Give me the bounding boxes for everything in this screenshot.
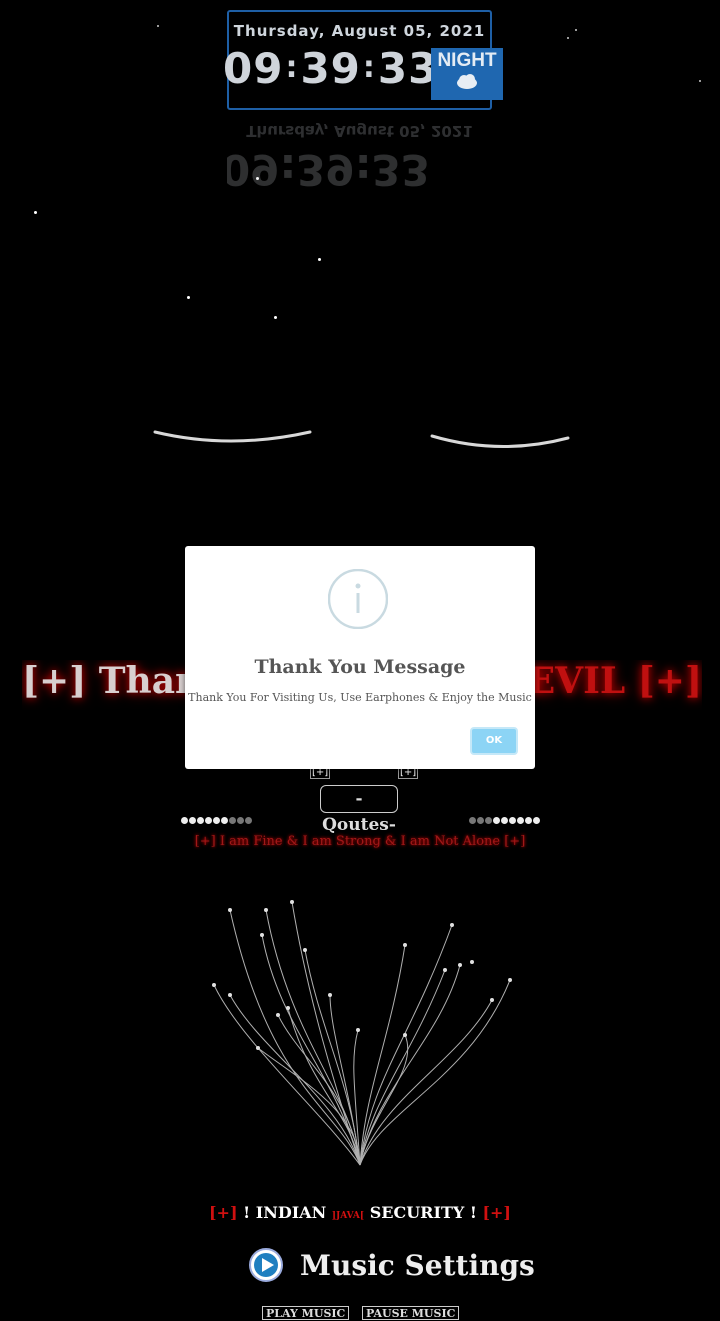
title-part2: SECURITY ! <box>364 1203 477 1222</box>
line-art-flower <box>212 900 512 1166</box>
reflection-seconds: 33 <box>371 145 430 194</box>
dialog-title: Thank You Message <box>254 656 466 678</box>
star <box>274 316 277 319</box>
clock-reflection: 09:39:33 Thursday, August 05, 2021 <box>227 112 492 202</box>
quote-text: [+] I am Fine & I am Strong & I am Not A… <box>194 834 526 849</box>
dots-left <box>181 817 252 827</box>
info-icon <box>328 569 388 629</box>
clock-seconds: 33 <box>377 44 439 93</box>
star <box>34 211 37 214</box>
play-icon[interactable] <box>248 1247 284 1283</box>
clock-hours: 09 <box>223 44 284 93</box>
play-music-button[interactable]: PLAY MUSIC <box>262 1306 350 1320</box>
eyes-artwork <box>153 430 570 448</box>
cloud-icon <box>457 74 477 89</box>
quotes-tag: -Qoutes- <box>320 785 398 835</box>
reflection-date: Thursday, August 05, 2021 <box>246 122 473 140</box>
star <box>318 258 321 261</box>
day-night-badge: NIGHT <box>431 48 503 100</box>
reflection-hours: 09 <box>227 145 280 194</box>
bracket-left: [+] <box>208 1203 238 1222</box>
clock-date: Thursday, August 05, 2021 <box>233 22 486 40</box>
star <box>575 29 577 31</box>
reflection-time: 09:39:33 <box>227 145 430 194</box>
mode-label: NIGHT <box>437 50 497 71</box>
star <box>187 296 190 299</box>
clock-minutes: 39 <box>300 44 361 93</box>
star <box>157 25 159 27</box>
reflection-minutes: 39 <box>296 145 355 194</box>
clock-separator: : <box>285 50 299 85</box>
bracket-right: [+] <box>482 1203 511 1222</box>
music-settings[interactable]: Music Settings <box>248 1245 535 1285</box>
clock-separator: : <box>362 50 376 85</box>
ok-button[interactable]: OK <box>470 727 518 755</box>
pause-music-button[interactable]: PAUSE MUSIC <box>362 1306 460 1320</box>
reflection-separator: : <box>279 145 297 194</box>
clock-widget: Thursday, August 05, 2021 09:39:33 NIGHT <box>223 10 503 110</box>
music-settings-label: Music Settings <box>300 1248 535 1282</box>
title-part1: ! INDIAN <box>243 1203 332 1222</box>
dialog-message: Thank You For Visiting Us, Use Earphones… <box>188 691 532 704</box>
dots-right <box>469 817 540 827</box>
star <box>699 80 701 82</box>
title-java: ]JAVA[ <box>331 1211 365 1221</box>
security-title: [+] ! INDIAN ]JAVA[ SECURITY ! [+] <box>0 1203 720 1222</box>
star <box>567 37 569 39</box>
clock-time: 09:39:33 <box>223 44 438 93</box>
reflection-separator: : <box>354 145 372 194</box>
thank-you-dialog: Thank You Message Thank You For Visiting… <box>185 546 535 769</box>
